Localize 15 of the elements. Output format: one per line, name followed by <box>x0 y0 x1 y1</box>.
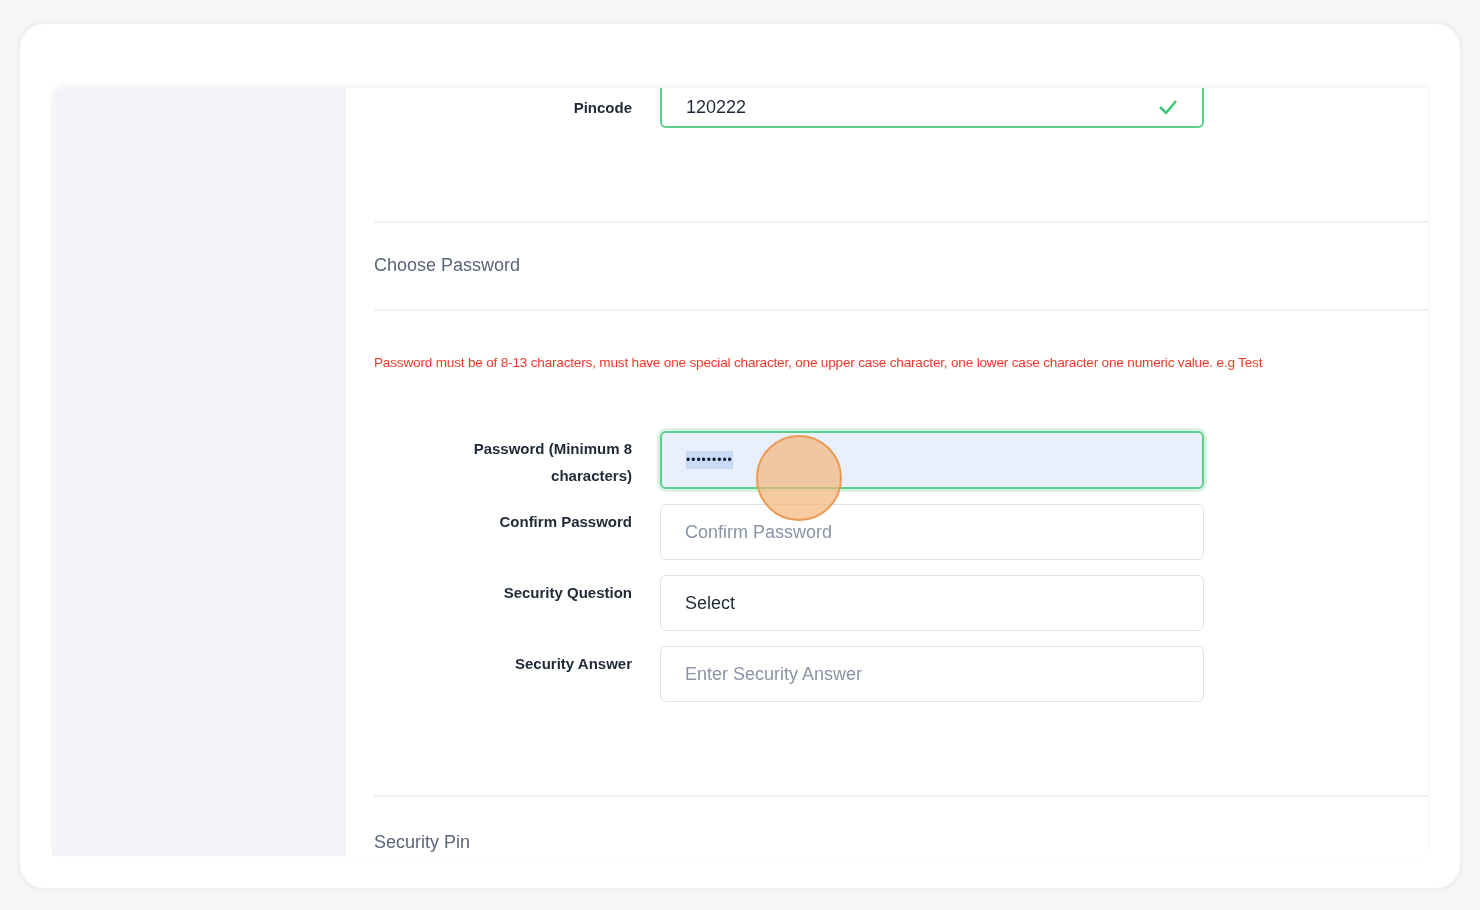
select-field[interactable]: Select <box>660 575 1204 632</box>
field-label: Password (Minimum 8 characters) <box>472 439 632 487</box>
section-title: Security Pin <box>374 832 471 852</box>
input-field[interactable]: Confirm Password <box>660 504 1204 561</box>
section-title: Choose Password <box>374 254 521 278</box>
field-label: Security Answer <box>515 654 632 675</box>
field-value: 120222 <box>686 95 747 119</box>
field-label: Security Question <box>503 583 632 604</box>
check-icon <box>1158 99 1178 115</box>
pincode-field[interactable]: 120222 <box>660 88 1204 128</box>
field-label: Pincode <box>573 98 632 116</box>
password-hint: Password must be of 8-13 characters, must have one special character, one upper case character, one lower case character one numeric value. e.g Test <box>374 354 1263 370</box>
password-value: ••••••••• <box>686 451 733 470</box>
field-label: Confirm Password <box>499 512 632 533</box>
input-field[interactable]: Enter Security Answer <box>660 646 1204 703</box>
